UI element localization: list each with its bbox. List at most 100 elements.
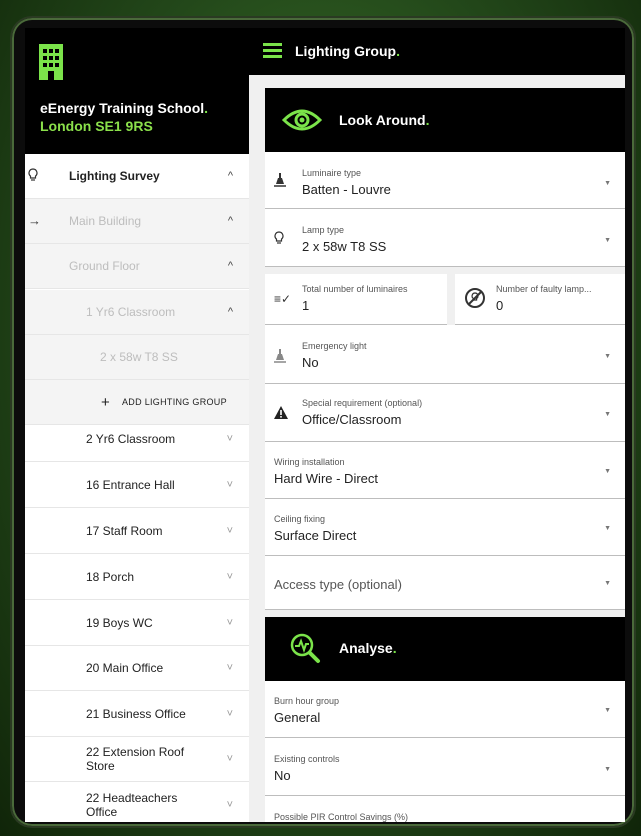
building-icon [39, 44, 63, 80]
sidebar-item-18-porch[interactable]: 18 Porch ˅ [25, 555, 249, 600]
sidebar-item-22-headteachers-office[interactable]: 22 Headteachers Office ˅ [25, 782, 249, 822]
total-luminaires-field[interactable]: ≡✓ Total number of luminaires 1 [265, 274, 447, 325]
access-type-placeholder: Access type (optional) [274, 577, 402, 592]
top-bar: Lighting Group. [249, 28, 625, 75]
list-check-icon: ≡✓ [274, 292, 292, 306]
chevron-up-icon[interactable]: ^ [228, 215, 233, 227]
analyse-header: Analyse. [265, 617, 625, 681]
dropdown-arrow-icon: ▼ [604, 525, 611, 532]
chevron-down-icon[interactable]: ˅ [227, 753, 233, 765]
dropdown-arrow-icon: ▼ [604, 353, 611, 360]
sidebar-item-label: 22 Headteachers Office [86, 790, 178, 819]
analyse-title-text: Analyse [339, 640, 393, 656]
sidebar-item-lighting-survey[interactable]: Lighting Survey ^ [25, 154, 249, 199]
chevron-down-icon[interactable]: ˅ [227, 799, 233, 811]
sidebar-item-label: 16 Entrance Hall [86, 478, 175, 492]
sidebar-item-21-business-office[interactable]: 21 Business Office ˅ [25, 692, 249, 737]
chevron-down-icon[interactable]: ˅ [227, 571, 233, 583]
special-requirement-label: Special requirement (optional) [302, 398, 423, 408]
wiring-installation-value: Hard Wire - Direct [274, 471, 379, 486]
chevron-down-icon[interactable]: ˅ [227, 708, 233, 720]
app-screen: eEnergy Training School. London SE1 9RS … [25, 28, 625, 822]
warning-icon [274, 406, 288, 422]
sidebar-item-label: 17 Staff Room [86, 524, 163, 538]
sidebar-item-label: 20 Main Office [86, 661, 164, 675]
ceiling-light-icon [274, 173, 286, 190]
sidebar-item-label: 19 Boys WC [86, 616, 153, 630]
sidebar-item-22-extension-roof-store[interactable]: 22 Extension Roof Store ˅ [25, 737, 249, 782]
pir-savings-label: Possible PIR Control Savings (%) [274, 812, 409, 822]
chevron-down-icon[interactable]: ˅ [227, 525, 233, 537]
look-around-header: Look Around. [265, 88, 625, 152]
sidebar-item-20-main-office[interactable]: 20 Main Office ˅ [25, 646, 249, 691]
menu-icon[interactable] [263, 43, 282, 61]
total-luminaires-value: 1 [302, 298, 310, 313]
lamp-type-select[interactable]: Lamp type 2 x 58w T8 SS ▼ [265, 209, 625, 267]
luminaire-type-select[interactable]: Luminaire type Batten - Louvre ▼ [265, 152, 625, 209]
sidebar-item-label: Main Building [69, 214, 142, 228]
dropdown-arrow-icon: ▼ [604, 580, 611, 587]
analyse-magnifier-icon [290, 633, 320, 663]
dropdown-arrow-icon: ▼ [604, 237, 611, 244]
lamp-type-value: 2 x 58w T8 SS [302, 239, 387, 254]
org-name-text: eEnergy Training School [40, 100, 205, 116]
total-luminaires-label: Total number of luminaires [302, 284, 408, 294]
luminaire-type-label: Luminaire type [302, 168, 362, 178]
sidebar-item-17-staff-room[interactable]: 17 Staff Room ˅ [25, 509, 249, 554]
existing-controls-value: No [274, 768, 291, 783]
lamp-type-label: Lamp type [302, 225, 345, 235]
sidebar-item-19-boys-wc[interactable]: 19 Boys WC ˅ [25, 601, 249, 646]
chevron-up-icon[interactable]: ^ [228, 170, 233, 182]
chevron-down-icon[interactable]: ˅ [227, 617, 233, 629]
arrow-right-icon: → [28, 213, 41, 228]
chevron-down-icon[interactable]: ˅ [227, 479, 233, 491]
sidebar-item-lighting-group[interactable]: 2 x 58w T8 SS [25, 335, 249, 380]
luminaire-type-value: Batten - Louvre [302, 182, 391, 197]
wiring-installation-select[interactable]: Wiring installation Hard Wire - Direct ▼ [265, 442, 625, 499]
main-content: Look Around. Luminaire type Batten - Lou… [249, 75, 625, 822]
analyse-title-dot: . [392, 640, 397, 656]
sidebar-item-1-yr6-classroom[interactable]: 1 Yr6 Classroom ^ [25, 290, 249, 335]
look-around-title-dot: . [425, 112, 430, 128]
dropdown-arrow-icon: ▼ [604, 707, 611, 714]
sidebar-item-label: 2 x 58w T8 SS [100, 350, 178, 364]
ceiling-fixing-select[interactable]: Ceiling fixing Surface Direct ▼ [265, 499, 625, 556]
sidebar-item-16-entrance-hall[interactable]: 16 Entrance Hall ˅ [25, 463, 249, 508]
page-title: Lighting Group. [295, 43, 400, 59]
add-lighting-group-label: ADD LIGHTING GROUP [122, 397, 227, 407]
chevron-up-icon[interactable]: ^ [228, 260, 233, 272]
emergency-light-select[interactable]: Emergency light No ▼ [265, 325, 625, 384]
special-requirement-select[interactable]: Special requirement (optional) Office/Cl… [265, 384, 625, 442]
chevron-down-icon[interactable]: ˅ [227, 662, 233, 674]
sidebar-item-label: 1 Yr6 Classroom [86, 305, 176, 319]
special-requirement-value: Office/Classroom [302, 412, 402, 427]
dropdown-arrow-icon: ▼ [604, 180, 611, 187]
sidebar-item-label: 22 Extension Roof Store [86, 745, 185, 773]
sidebar-item-label: Ground Floor [69, 259, 140, 273]
sidebar-item-main-building[interactable]: → Main Building ^ [25, 199, 249, 244]
chevron-up-icon[interactable]: ^ [228, 306, 233, 318]
emergency-light-icon [274, 349, 286, 366]
sidebar-header: eEnergy Training School. London SE1 9RS [25, 28, 249, 154]
burn-hour-group-label: Burn hour group [274, 696, 340, 706]
emergency-light-value: No [302, 355, 319, 370]
existing-controls-select[interactable]: Existing controls No ▼ [265, 738, 625, 796]
pir-savings-field[interactable]: Possible PIR Control Savings (%) [265, 796, 625, 822]
look-around-title-text: Look Around [339, 112, 426, 128]
page-title-text: Lighting Group [295, 43, 397, 59]
faulty-lamps-field[interactable]: Number of faulty lamp... 0 [455, 274, 625, 325]
access-type-select[interactable]: Access type (optional) ▼ [265, 556, 625, 610]
sidebar-item-label: 21 Business Office [86, 707, 186, 721]
bulb-icon [274, 231, 284, 248]
sidebar-item-ground-floor[interactable]: Ground Floor ^ [25, 244, 249, 289]
dropdown-arrow-icon: ▼ [604, 468, 611, 475]
analyse-title: Analyse. [339, 640, 397, 656]
faulty-lamps-value: 0 [496, 298, 504, 313]
sidebar: eEnergy Training School. London SE1 9RS … [25, 28, 249, 822]
ceiling-fixing-value: Surface Direct [274, 528, 357, 543]
sidebar-item-2-yr6-classroom[interactable]: 2 Yr6 Classroom ˅ [25, 417, 249, 462]
burn-hour-group-select[interactable]: Burn hour group General ▼ [265, 681, 625, 738]
chevron-down-icon[interactable]: ˅ [227, 433, 233, 445]
org-name-dot: . [204, 100, 209, 116]
existing-controls-label: Existing controls [274, 754, 340, 764]
